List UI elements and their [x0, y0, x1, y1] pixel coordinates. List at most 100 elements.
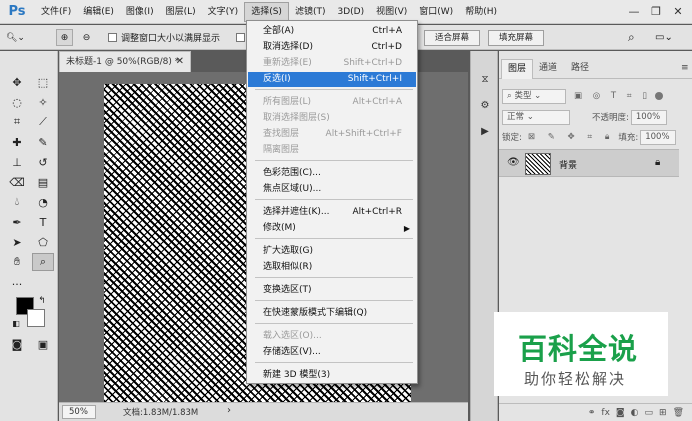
magic-wand-icon[interactable]: ✧ — [32, 93, 54, 111]
eyedropper-icon[interactable]: ⟋ — [32, 113, 54, 131]
crop-tool-icon[interactable]: ⌗ — [6, 113, 28, 131]
menu-item-transform-selection[interactable]: 变换选区(T) — [248, 283, 416, 298]
zoom-in-icon[interactable]: ⊕ — [56, 29, 73, 46]
gradient-tool-icon[interactable]: ▤ — [32, 173, 54, 191]
new-layer-icon[interactable]: ⊞ — [659, 408, 667, 418]
type-tool-icon[interactable]: T — [32, 213, 54, 231]
menu-select[interactable]: 选择(S) — [244, 1, 289, 22]
menu-window[interactable]: 窗口(W) — [413, 2, 459, 22]
adjustment-layer-icon[interactable]: ◐ — [631, 408, 639, 418]
menu-filter[interactable]: 滤镜(T) — [289, 2, 332, 22]
menu-item-modify[interactable]: 修改(M) ▶ — [248, 221, 416, 236]
move-tool-icon[interactable]: ✥ — [6, 73, 28, 91]
menu-image[interactable]: 图像(I) — [120, 2, 160, 22]
more-tools-icon[interactable]: ··· — [6, 275, 28, 293]
menu-help[interactable]: 帮助(H) — [459, 2, 503, 22]
menu-item-similar[interactable]: 选取相似(R) — [248, 260, 416, 275]
resize-windows-checkbox[interactable]: 调整窗口大小以满屏显示 — [108, 29, 220, 46]
default-colors-icon[interactable]: ◧ — [10, 317, 22, 329]
blur-tool-icon[interactable]: 💧︎ — [6, 193, 28, 211]
blend-mode-value: 正常 — [507, 111, 525, 122]
filter-kind-select[interactable]: ⌕ 类型 ⌄ — [502, 88, 566, 104]
fit-screen-button[interactable]: 适合屏幕 — [424, 29, 481, 46]
fill-screen-button[interactable]: 填充屏幕 — [488, 29, 545, 46]
menu-item-label: 全部(A) — [263, 26, 295, 36]
menu-item-grow[interactable]: 扩大选取(G) — [248, 244, 416, 259]
checkbox-box-2[interactable] — [236, 33, 245, 42]
dodge-tool-icon[interactable]: ◔ — [32, 193, 54, 211]
filter-icons[interactable]: ▣ ◎ T ⌗ ▯ — [574, 91, 651, 101]
link-layers-icon[interactable]: ⚭ — [588, 408, 596, 418]
healing-brush-icon[interactable]: ✚ — [6, 133, 28, 151]
menu-item-save-selection[interactable]: 存储选区(V)... — [248, 345, 416, 360]
chevron-right-icon[interactable]: › — [227, 405, 231, 416]
restore-icon[interactable]: ❐ — [646, 3, 666, 19]
brush-tool-icon[interactable]: ✎ — [32, 133, 54, 151]
actions-panel-icon[interactable]: ▶ — [475, 123, 495, 139]
zoom-tool-icon[interactable]: ⌕ — [32, 253, 54, 271]
menu-item-label: 选择并遮住(K)... — [263, 207, 330, 217]
pen-tool-icon[interactable]: ✒ — [6, 213, 28, 231]
opacity-input[interactable]: 100% — [630, 109, 667, 125]
history-panel-icon[interactable]: ⧖ — [475, 71, 495, 87]
eye-icon[interactable]: 👁︎ — [507, 157, 520, 168]
close-icon[interactable]: ✕ — [668, 3, 688, 19]
swap-colors-icon[interactable]: ↰ — [36, 295, 48, 307]
zoom-tool-preset-icon[interactable]: 🔍︎⌄ — [6, 29, 25, 46]
menu-item-color-range[interactable]: 色彩范围(C)... — [248, 166, 416, 181]
menu-item-deselect[interactable]: 取消选择(D) Ctrl+D — [248, 40, 416, 55]
properties-panel-icon[interactable]: ⚙ — [475, 97, 495, 113]
menu-view[interactable]: 视图(V) — [370, 2, 413, 22]
toolbox: ✥ ⬚ ◌ ✧ ⌗ ⟋ ✚ ✎ ⊥ ↺ ⌫ ▤ 💧︎ ◔ ✒ T ➤ ⬠ ✋︎ … — [0, 51, 58, 421]
menu-3d[interactable]: 3D(D) — [331, 2, 370, 22]
zoom-out-icon[interactable]: ⊖ — [78, 29, 95, 46]
new-group-icon[interactable]: ▭ — [645, 408, 654, 418]
ps-logo: Ps — [8, 4, 26, 19]
menu-item-quick-mask[interactable]: 在快速蒙版模式下编辑(Q) — [248, 306, 416, 321]
workspace-icon[interactable]: ▭⌄ — [655, 29, 673, 46]
menu-item-focus-area[interactable]: 焦点区域(U)... — [248, 182, 416, 197]
delete-layer-icon[interactable]: 🗑︎ — [673, 408, 684, 418]
fill-input[interactable]: 100% — [640, 129, 677, 145]
menu-type[interactable]: 文字(Y) — [202, 2, 245, 22]
menu-item-label: 色彩范围(C)... — [263, 168, 321, 178]
menu-item-label: 选取相似(R) — [263, 262, 313, 272]
menu-edit[interactable]: 编辑(E) — [77, 2, 120, 22]
fx-icon[interactable]: fx — [601, 408, 610, 418]
menu-item-label: 反选(I) — [263, 74, 291, 84]
zoom-level-field[interactable]: 50% — [62, 405, 96, 419]
document-tab[interactable]: 未标题-1 @ 50%(RGB/8) * ✕ — [59, 51, 191, 72]
marquee-tool-icon[interactable]: ⬚ — [32, 73, 54, 91]
screen-mode-icon[interactable]: ▣ — [32, 335, 54, 353]
path-selection-icon[interactable]: ➤ — [6, 233, 28, 251]
clone-stamp-icon[interactable]: ⊥ — [6, 153, 28, 171]
history-brush-icon[interactable]: ↺ — [32, 153, 54, 171]
close-tab-icon[interactable]: ✕ — [176, 52, 184, 72]
layer-row-background[interactable]: 👁︎ 背景 🔒︎ — [499, 149, 679, 177]
quick-mask-icon[interactable]: ◙ — [6, 335, 28, 353]
menu-item-inverse[interactable]: 反选(I) Shift+Ctrl+I — [248, 72, 416, 87]
shape-tool-icon[interactable]: ⬠ — [32, 233, 54, 251]
add-mask-icon[interactable]: ◙ — [616, 408, 625, 418]
eraser-tool-icon[interactable]: ⌫ — [6, 173, 28, 191]
hand-tool-icon[interactable]: ✋︎ — [6, 253, 28, 271]
menu-separator — [255, 238, 413, 239]
menu-item-select-all[interactable]: 全部(A) Ctrl+A — [248, 24, 416, 39]
menu-layer[interactable]: 图层(L) — [160, 2, 202, 22]
background-color-swatch[interactable] — [27, 309, 45, 327]
lasso-tool-icon[interactable]: ◌ — [6, 93, 28, 111]
filter-toggle-icon[interactable] — [654, 92, 663, 100]
minimize-icon[interactable]: — — [624, 3, 644, 19]
menu-file[interactable]: 文件(F) — [35, 2, 77, 22]
checkbox-box[interactable] — [108, 33, 117, 42]
menu-item-label: 取消选择(D) — [263, 42, 313, 52]
menu-item-new-3d-model[interactable]: 新建 3D 模型(3) — [248, 368, 416, 383]
tab-layers[interactable]: 图层 — [501, 59, 534, 79]
menu-item-select-and-mask[interactable]: 选择并遮住(K)... Alt+Ctrl+R — [248, 205, 416, 220]
panel-menu-icon[interactable]: ≡ — [675, 59, 692, 79]
lock-icons[interactable]: ⊠ ✎ ✥ ⌗ 🔒︎ — [528, 132, 614, 142]
tab-paths[interactable]: 路径 — [565, 59, 595, 79]
blend-mode-select[interactable]: 正常 ⌄ — [502, 109, 570, 125]
tab-channels[interactable]: 通道 — [533, 59, 563, 79]
search-icon[interactable]: ⌕ — [628, 29, 635, 46]
